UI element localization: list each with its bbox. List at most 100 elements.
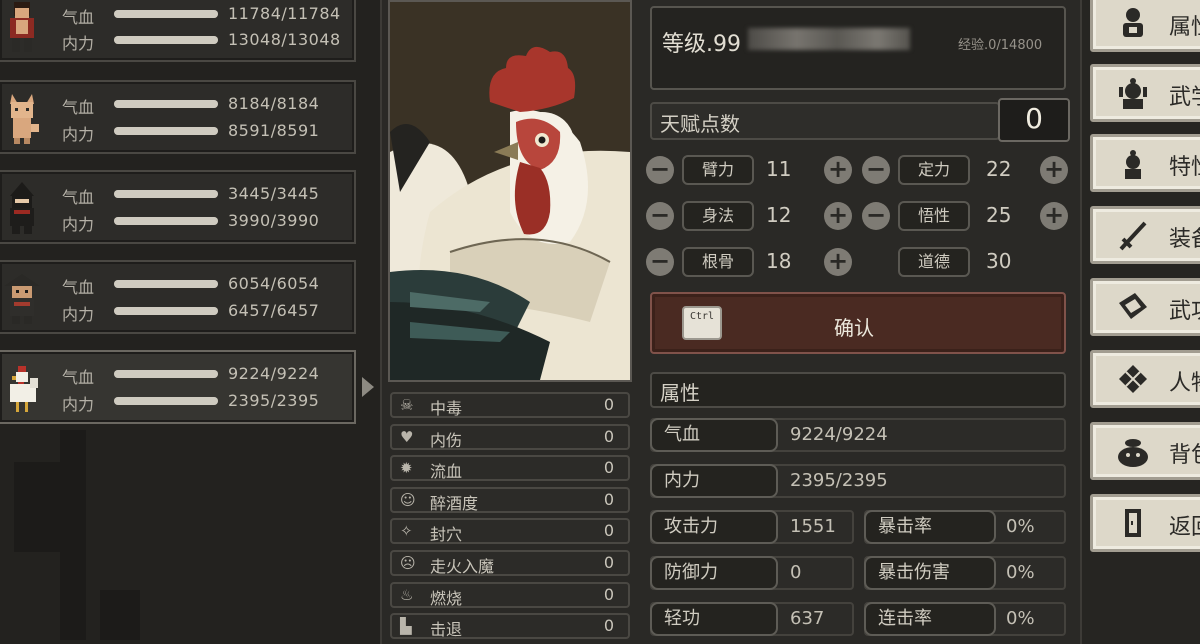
status-effect-value: 0 bbox=[603, 426, 614, 446]
wuxing-minus-button[interactable]: − bbox=[862, 202, 890, 230]
prop-combo-label: 连击率 bbox=[864, 602, 996, 636]
drunk-face-icon: ☺ bbox=[400, 490, 416, 509]
hp-value: 3445/3445 bbox=[228, 184, 320, 203]
hp-line: 气血 3445/3445 bbox=[62, 184, 352, 207]
person-icon bbox=[1123, 8, 1143, 37]
hp-value: 11784/11784 bbox=[228, 4, 341, 23]
mp-bar bbox=[114, 397, 218, 405]
gengu-plus-button[interactable]: + bbox=[824, 248, 852, 276]
confirm-label: 确认 bbox=[834, 316, 874, 340]
shenfa-plus-button[interactable]: + bbox=[824, 202, 852, 230]
status-effect-value: 0 bbox=[603, 458, 614, 478]
prop-qinggong-value: 637 bbox=[790, 608, 825, 629]
status-effect-name: 燃烧 bbox=[430, 588, 463, 608]
party-member-card[interactable]: 气血 11784/11784 内力 13048/13048 bbox=[0, 0, 356, 62]
menu-characters-button[interactable]: 人物 bbox=[1090, 350, 1200, 408]
party-member-card-selected[interactable]: 气血 9224/9224 内力 2395/2395 bbox=[0, 350, 356, 424]
bili-label: 臂力 bbox=[682, 155, 754, 185]
status-effect-row: ▙ 击退 0 bbox=[390, 613, 630, 640]
martial-arts-icon bbox=[1119, 78, 1147, 109]
properties-title: 属性 bbox=[660, 381, 700, 405]
character-portrait-frame bbox=[388, 0, 632, 382]
gengu-minus-button[interactable]: − bbox=[646, 248, 674, 276]
background-silhouette bbox=[14, 462, 60, 552]
mp-value: 2395/2395 bbox=[228, 391, 320, 410]
status-effect-row: ☹ 走火入魔 0 bbox=[390, 550, 630, 576]
mp-value: 8591/8591 bbox=[228, 121, 320, 140]
mp-label: 内力 bbox=[62, 395, 95, 414]
status-effect-name: 中毒 bbox=[430, 399, 463, 418]
wuxing-label: 悟性 bbox=[898, 201, 970, 231]
broken-heart-icon: ♥ bbox=[400, 427, 414, 446]
status-effect-row: ☠ 中毒 0 bbox=[390, 392, 630, 418]
mp-label: 内力 bbox=[62, 215, 95, 234]
status-effect-name: 走火入魔 bbox=[430, 557, 495, 576]
dingli-minus-button[interactable]: − bbox=[862, 156, 890, 184]
menu-label: 属性 bbox=[1169, 15, 1200, 40]
mp-bar bbox=[114, 127, 218, 135]
dingli-plus-button[interactable]: + bbox=[1040, 156, 1068, 184]
ninja-portrait bbox=[10, 182, 34, 234]
menu-label: 特性 bbox=[1169, 155, 1200, 180]
menu-traits-button[interactable]: 特性 bbox=[1090, 134, 1200, 192]
mp-label: 内力 bbox=[62, 34, 95, 53]
shenfa-minus-button[interactable]: − bbox=[646, 202, 674, 230]
background-silhouette bbox=[60, 430, 86, 640]
talent-points-label: 天赋点数 bbox=[660, 112, 740, 136]
party-member-card[interactable]: 气血 8184/8184 内力 8591/8591 bbox=[0, 80, 356, 154]
status-effect-value: 0 bbox=[603, 521, 614, 541]
grid-scroll-icon bbox=[1119, 365, 1147, 393]
mp-value: 6457/6457 bbox=[228, 301, 320, 320]
menu-martial-button[interactable]: 武学 bbox=[1090, 64, 1200, 122]
menu-bag-button[interactable]: 背包 bbox=[1090, 422, 1200, 480]
flame-icon: ♨ bbox=[400, 585, 414, 604]
hp-label: 气血 bbox=[62, 98, 95, 117]
rooster-portrait bbox=[10, 366, 38, 412]
gengu-label: 根骨 bbox=[682, 247, 754, 277]
hp-label: 气血 bbox=[62, 368, 95, 387]
blood-splat-icon: ✹ bbox=[400, 459, 413, 478]
prop-attack-label: 攻击力 bbox=[650, 510, 778, 544]
demon-face-icon: ☹ bbox=[400, 554, 416, 572]
menu-label: 武学 bbox=[1169, 85, 1200, 110]
bili-plus-button[interactable]: + bbox=[824, 156, 852, 184]
prop-defense-label: 防御力 bbox=[650, 556, 778, 590]
bili-minus-button[interactable]: − bbox=[646, 156, 674, 184]
door-icon bbox=[1125, 509, 1141, 537]
party-member-card[interactable]: 气血 3445/3445 内力 3990/3990 bbox=[0, 170, 356, 244]
menu-skills-button[interactable]: 武功 bbox=[1090, 278, 1200, 336]
wuxing-plus-button[interactable]: + bbox=[1040, 202, 1068, 230]
prop-hp-label: 气血 bbox=[650, 418, 778, 452]
status-effect-row: ✧ 封穴 0 bbox=[390, 518, 630, 545]
hp-bar bbox=[114, 100, 218, 108]
hp-bar bbox=[114, 190, 218, 198]
prop-crit-value: 0% bbox=[1006, 516, 1035, 537]
ctrl-key-icon: Ctrl bbox=[682, 306, 722, 340]
hp-line: 气血 8184/8184 bbox=[62, 94, 352, 117]
menu-equipment-button[interactable]: 装备 bbox=[1090, 206, 1200, 264]
mp-line: 内力 2395/2395 bbox=[62, 391, 352, 414]
menu-back-button[interactable]: 返回 bbox=[1090, 494, 1200, 552]
rooster-artwork bbox=[390, 2, 630, 380]
status-effect-row: ♨ 燃烧 0 bbox=[390, 581, 630, 608]
wuxing-value: 25 bbox=[986, 203, 1012, 227]
acupoint-icon: ✧ bbox=[400, 522, 413, 541]
prop-mp-label: 内力 bbox=[650, 464, 778, 498]
gengu-value: 18 bbox=[766, 249, 792, 273]
party-member-card[interactable]: 气血 6054/6054 内力 6457/6457 bbox=[0, 260, 356, 334]
status-effect-value: 0 bbox=[603, 489, 614, 509]
hp-label: 气血 bbox=[62, 188, 95, 207]
status-effect-name: 流血 bbox=[430, 462, 463, 482]
daode-value: 30 bbox=[986, 249, 1012, 273]
boot-icon: ▙ bbox=[400, 617, 412, 636]
status-effect-value: 0 bbox=[603, 553, 614, 572]
daode-label: 道德 bbox=[898, 247, 970, 277]
fox-portrait bbox=[10, 94, 39, 144]
mp-label: 内力 bbox=[62, 125, 95, 144]
hp-line: 气血 11784/11784 bbox=[62, 4, 352, 27]
mp-value: 3990/3990 bbox=[228, 211, 320, 230]
menu-label: 武功 bbox=[1169, 299, 1200, 324]
prop-critdmg-label: 暴击伤害 bbox=[864, 556, 996, 590]
menu-attributes-button[interactable]: 属性 bbox=[1090, 0, 1200, 52]
dingli-value: 22 bbox=[986, 157, 1012, 181]
